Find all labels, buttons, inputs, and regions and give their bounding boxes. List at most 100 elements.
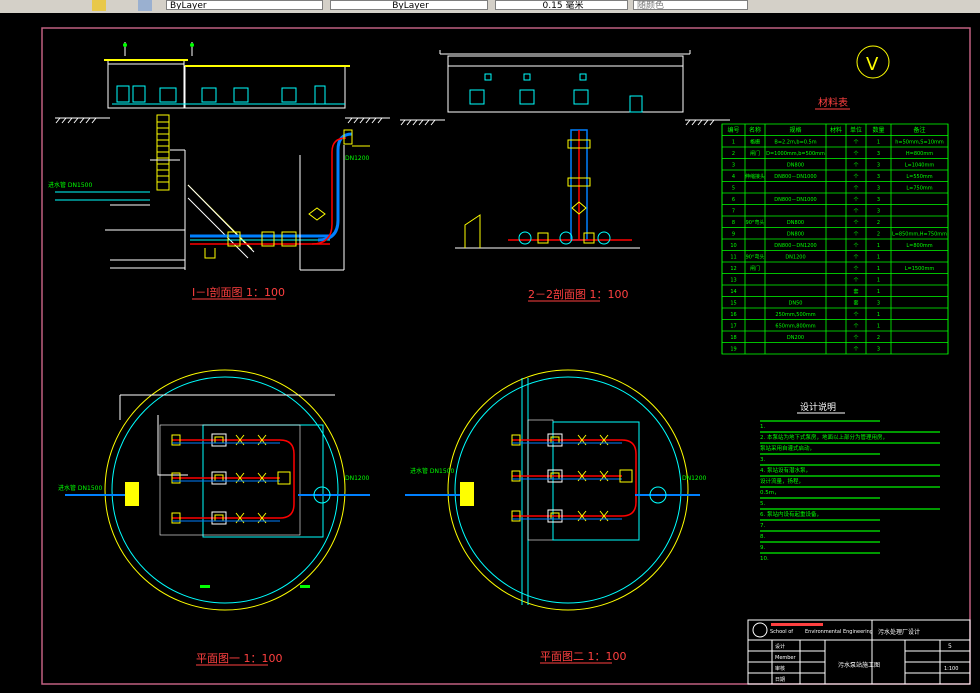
material-table: 材料表 编号 名称 规格 材料 单位 数量 备注 1 格栅 B=2.2m,b=0.5m 个 1 h=50… (721, 96, 949, 355)
note-line: 设计流量，扬程， (760, 477, 804, 485)
table-cell: DN1200 (785, 255, 805, 261)
table-cell: 1 (877, 324, 880, 330)
properties-toolbar: ByLayer ByLayer 0.15 毫米 随颜色 (0, 0, 980, 14)
note-line: 5. (760, 501, 765, 507)
note-line: 8. (760, 534, 765, 540)
table-cell: 个 (853, 278, 858, 284)
table-header-cell: 单位 (850, 126, 862, 134)
layer-icon[interactable] (92, 0, 106, 11)
table-cell: 个 (853, 324, 858, 330)
table-cell: 1 (877, 289, 880, 295)
table-cell: 7 (732, 209, 735, 215)
cad-drawing[interactable]: 进水管 DN1500 DN1200 I－I剖面图 1：100 2－2剖面图 1：… (0, 13, 980, 689)
table-cell: 个 (853, 174, 858, 180)
title-project: 污水处理厂设计 (878, 628, 920, 636)
table-cell: 6 (732, 197, 735, 203)
table-cell: 11 (730, 255, 736, 261)
table-header-cell: 规格 (789, 126, 801, 134)
title-block-label: 审核 (775, 665, 785, 672)
title-drawing-name: 污水泵站施工图 (838, 661, 880, 669)
note-line: 4. 泵站设有潜水泵， (760, 466, 811, 474)
title-school: School of (770, 629, 793, 635)
table-cell: 3 (877, 347, 880, 353)
table-cell: 套 (853, 300, 858, 307)
table-cell: DN800－DN1000 (774, 174, 816, 180)
table-cell: 12 (730, 266, 736, 272)
table-cell: 闸门 (750, 150, 760, 157)
color-combo[interactable]: ByLayer (166, 0, 323, 10)
table-cell: L=850mm,H=750mm (892, 232, 947, 238)
table-cell: 13 (730, 278, 736, 284)
table-cell: 个 (853, 255, 858, 261)
table-header-cell: 名称 (749, 126, 761, 134)
table-cell: 1 (732, 140, 735, 146)
table-cell: B=2.2m,b=0.5m (774, 140, 816, 146)
table-cell: 个 (853, 243, 858, 249)
table-cell: 1 (877, 312, 880, 318)
table-cell: 5 (732, 186, 735, 192)
table-header-cell: 材料 (830, 126, 842, 134)
table-cell: DN800－DN1000 (774, 197, 816, 203)
table-cell: 3 (877, 174, 880, 180)
section-2-title: 2－2剖面图 1：100 (528, 287, 629, 301)
table-cell: D=1000mm,b=500mm (766, 151, 825, 157)
table-cell: 个 (853, 197, 858, 203)
notes-title: 设计说明 (800, 401, 836, 413)
outlet-label-section: DN1200 (345, 155, 370, 162)
table-cell: 个 (853, 163, 858, 169)
table-cell: 3 (877, 163, 880, 169)
title-sheet: 5 (948, 643, 952, 650)
table-cell: L=550mm (906, 174, 932, 180)
table-cell: 个 (853, 209, 858, 215)
table-cell: 个 (853, 266, 858, 272)
table-cell: 15 (730, 301, 736, 307)
table-cell: 17 (730, 324, 736, 330)
table-cell: 1 (877, 278, 880, 284)
table-cell: 650mm,800mm (775, 324, 815, 330)
note-line: 6. 泵站内设有起重设备， (760, 510, 822, 518)
table-cell: 2 (877, 232, 880, 238)
table-cell: L=800mm (906, 243, 932, 249)
table-cell: 个 (853, 335, 858, 341)
table-header-cell: 数量 (872, 126, 884, 134)
design-notes: 设计说明 1. 2. 本泵站为地下式泵房，地面以上部分为管理用房， 泵站采用自灌式… (760, 401, 940, 562)
lineweight-combo[interactable]: 0.15 毫米 (495, 0, 628, 10)
table-cell: 16 (730, 312, 736, 318)
note-line: 0.5m， (760, 490, 780, 496)
material-table-title: 材料表 (818, 96, 848, 109)
layer-states-icon[interactable] (138, 0, 152, 11)
table-cell: 伸缩接头 (745, 173, 765, 180)
north-arrow-letter: V (866, 54, 879, 75)
note-line: 3. (760, 457, 765, 463)
table-cell: DN50 (789, 301, 803, 307)
linetype-combo[interactable]: ByLayer (330, 0, 488, 10)
school-logo-icon (752, 622, 768, 638)
title-block-label: Member (775, 655, 797, 661)
table-cell: 个 (853, 232, 858, 238)
table-cell: DN800 (787, 163, 804, 169)
outlet-label-plan2: DN1200 (682, 475, 707, 482)
title-block: School of Environmental Engineering 污水处理… (747, 619, 971, 685)
note-line: 2. 本泵站为地下式泵房，地面以上部分为管理用房， (760, 433, 888, 441)
title-department: Environmental Engineering (805, 629, 873, 635)
table-cell: DN800 (787, 220, 804, 226)
plotstyle-combo[interactable]: 随颜色 (633, 0, 748, 10)
inlet-label-plan1: 进水管 DN1500 (58, 484, 102, 492)
table-cell: H=800mm (906, 151, 933, 157)
table-cell: 2 (732, 151, 735, 157)
table-cell: 3 (732, 163, 735, 169)
table-cell: 90°弯头 (746, 254, 765, 261)
title-scale: 1:100 (944, 666, 958, 672)
table-cell: L=1040mm (905, 163, 935, 169)
note-line: 10. (760, 556, 769, 562)
table-cell: 1 (877, 140, 880, 146)
table-cell: L=1500mm (905, 266, 935, 272)
note-line: 1. (760, 424, 765, 430)
table-cell: 3 (877, 186, 880, 192)
table-cell: 250mm,500mm (775, 312, 815, 318)
table-cell: 3 (877, 209, 880, 215)
inlet-label-plan2: 进水管 DN1500 (410, 467, 454, 475)
drawing-canvas[interactable]: 进水管 DN1500 DN1200 I－I剖面图 1：100 2－2剖面图 1：… (0, 13, 980, 689)
table-cell: 3 (877, 197, 880, 203)
table-cell: 90°弯头 (746, 219, 765, 226)
